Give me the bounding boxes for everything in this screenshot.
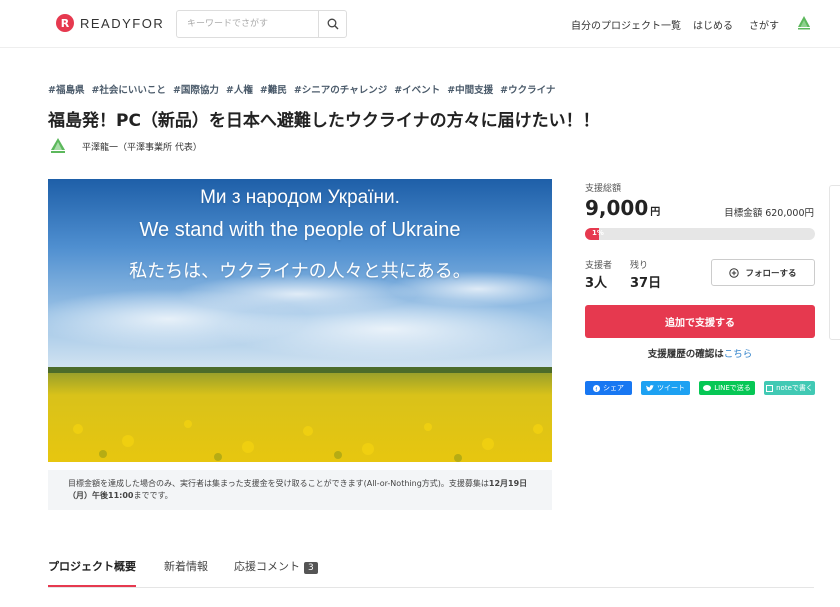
tag-link[interactable]: #ウクライナ <box>500 82 555 96</box>
support-history: 支援履歴の確認はこちら <box>585 346 815 360</box>
tag-link[interactable]: #社会にいいこと <box>91 82 165 96</box>
twitter-icon <box>646 384 654 391</box>
side-panel-edge <box>829 185 840 340</box>
share-note-label: noteで書く <box>776 384 813 392</box>
support-button[interactable]: 追加で支援する <box>585 305 815 338</box>
search-button[interactable] <box>318 11 346 37</box>
hero-text-english: We stand with the people of Ukraine <box>139 219 461 241</box>
plus-circle-icon <box>729 267 740 278</box>
tag-link[interactable]: #人権 <box>226 82 253 96</box>
total-unit: 円 <box>650 207 661 218</box>
goal-amount: 目標金額 620,000円 <box>724 208 814 219</box>
share-twitter-label: ツイート <box>657 384 685 392</box>
share-facebook-button[interactable]: f シェア <box>585 381 632 395</box>
history-text: 支援履歴の確認は <box>647 349 724 360</box>
tab-comments-label: 応援コメント <box>234 560 300 573</box>
logo-text: READYFOR <box>80 15 165 31</box>
owner-logo-icon <box>51 138 65 153</box>
tag-link[interactable]: #中間支援 <box>447 82 493 96</box>
notice-end: までです。 <box>133 490 173 500</box>
remaining-value: 37日 <box>630 276 662 291</box>
search-box <box>176 10 347 38</box>
readyfor-logo[interactable]: R READYFOR <box>56 14 164 32</box>
nav-my-projects[interactable]: 自分のプロジェクト一覧 <box>571 17 681 32</box>
share-line-button[interactable]: LINEで送る <box>699 381 755 395</box>
hero-text-japanese: 私たちは、ウクライナの人々と共にある。 <box>129 261 471 282</box>
comments-count-badge: 3 <box>304 562 318 574</box>
history-link[interactable]: こちら <box>724 349 753 360</box>
project-tags: #福島県 #社会にいいこと #国際協力 #人権 #難民 #シニアのチャレンジ #… <box>48 82 555 96</box>
notice-text: 目標金額を達成した場合のみ、実行者は集まった支援金を受け取ることができます(Al… <box>68 479 489 488</box>
owner-name: 平澤龍一（平澤事業所 代表） <box>82 142 202 153</box>
progress-bar: 1% <box>585 228 815 240</box>
share-note-button[interactable]: noteで書く <box>764 381 815 395</box>
share-line-label: LINEで送る <box>714 384 751 392</box>
project-owner[interactable]: 平澤龍一（平澤事業所 代表） <box>48 136 202 156</box>
tag-link[interactable]: #難民 <box>260 82 287 96</box>
search-icon <box>327 18 339 30</box>
share-twitter-button[interactable]: ツイート <box>641 381 690 395</box>
facebook-icon: f <box>593 384 600 392</box>
tab-overview[interactable]: プロジェクト概要 <box>48 558 136 587</box>
tag-link[interactable]: #福島県 <box>48 82 84 96</box>
remaining-label: 残り <box>630 261 649 271</box>
project-title: 福島発！PC（新品）を日本へ避難したウクライナの方々に届けたい！！ <box>48 111 600 131</box>
hero-text-ukrainian: Ми з народом України. <box>200 187 400 208</box>
supporters-value: 3人 <box>585 276 608 291</box>
user-avatar-icon[interactable] <box>795 14 813 32</box>
share-facebook-label: シェア <box>603 384 624 392</box>
follow-label: フォローする <box>745 268 797 279</box>
hero-image: Ми з народом України. We stand with the … <box>48 179 552 462</box>
tab-news[interactable]: 新着情報 <box>164 558 208 574</box>
total-amount: 9,000 円 <box>585 196 660 220</box>
tag-link[interactable]: #シニアのチャレンジ <box>294 82 387 96</box>
search-input[interactable] <box>177 11 319 37</box>
total-label: 支援総額 <box>585 184 622 194</box>
nav-search[interactable]: さがす <box>749 17 779 32</box>
tag-link[interactable]: #イベント <box>394 82 440 96</box>
total-value: 9,000 <box>585 196 649 220</box>
progress-label: 1% <box>592 229 604 237</box>
tab-comments[interactable]: 応援コメント 3 <box>234 558 318 574</box>
top-header: R READYFOR 自分のプロジェクト一覧 はじめる さがす <box>0 0 840 48</box>
logo-mark-icon: R <box>56 14 74 32</box>
line-icon <box>703 384 712 391</box>
follow-button[interactable]: フォローする <box>711 259 815 286</box>
project-tabs: プロジェクト概要 新着情報 応援コメント 3 <box>48 556 814 588</box>
supporters-label: 支援者 <box>585 261 613 271</box>
nav-start[interactable]: はじめる <box>693 17 733 32</box>
all-or-nothing-notice: 目標金額を達成した場合のみ、実行者は集まった支援金を受け取ることができます(Al… <box>48 470 552 510</box>
tag-link[interactable]: #国際協力 <box>173 82 219 96</box>
note-icon <box>766 384 774 392</box>
